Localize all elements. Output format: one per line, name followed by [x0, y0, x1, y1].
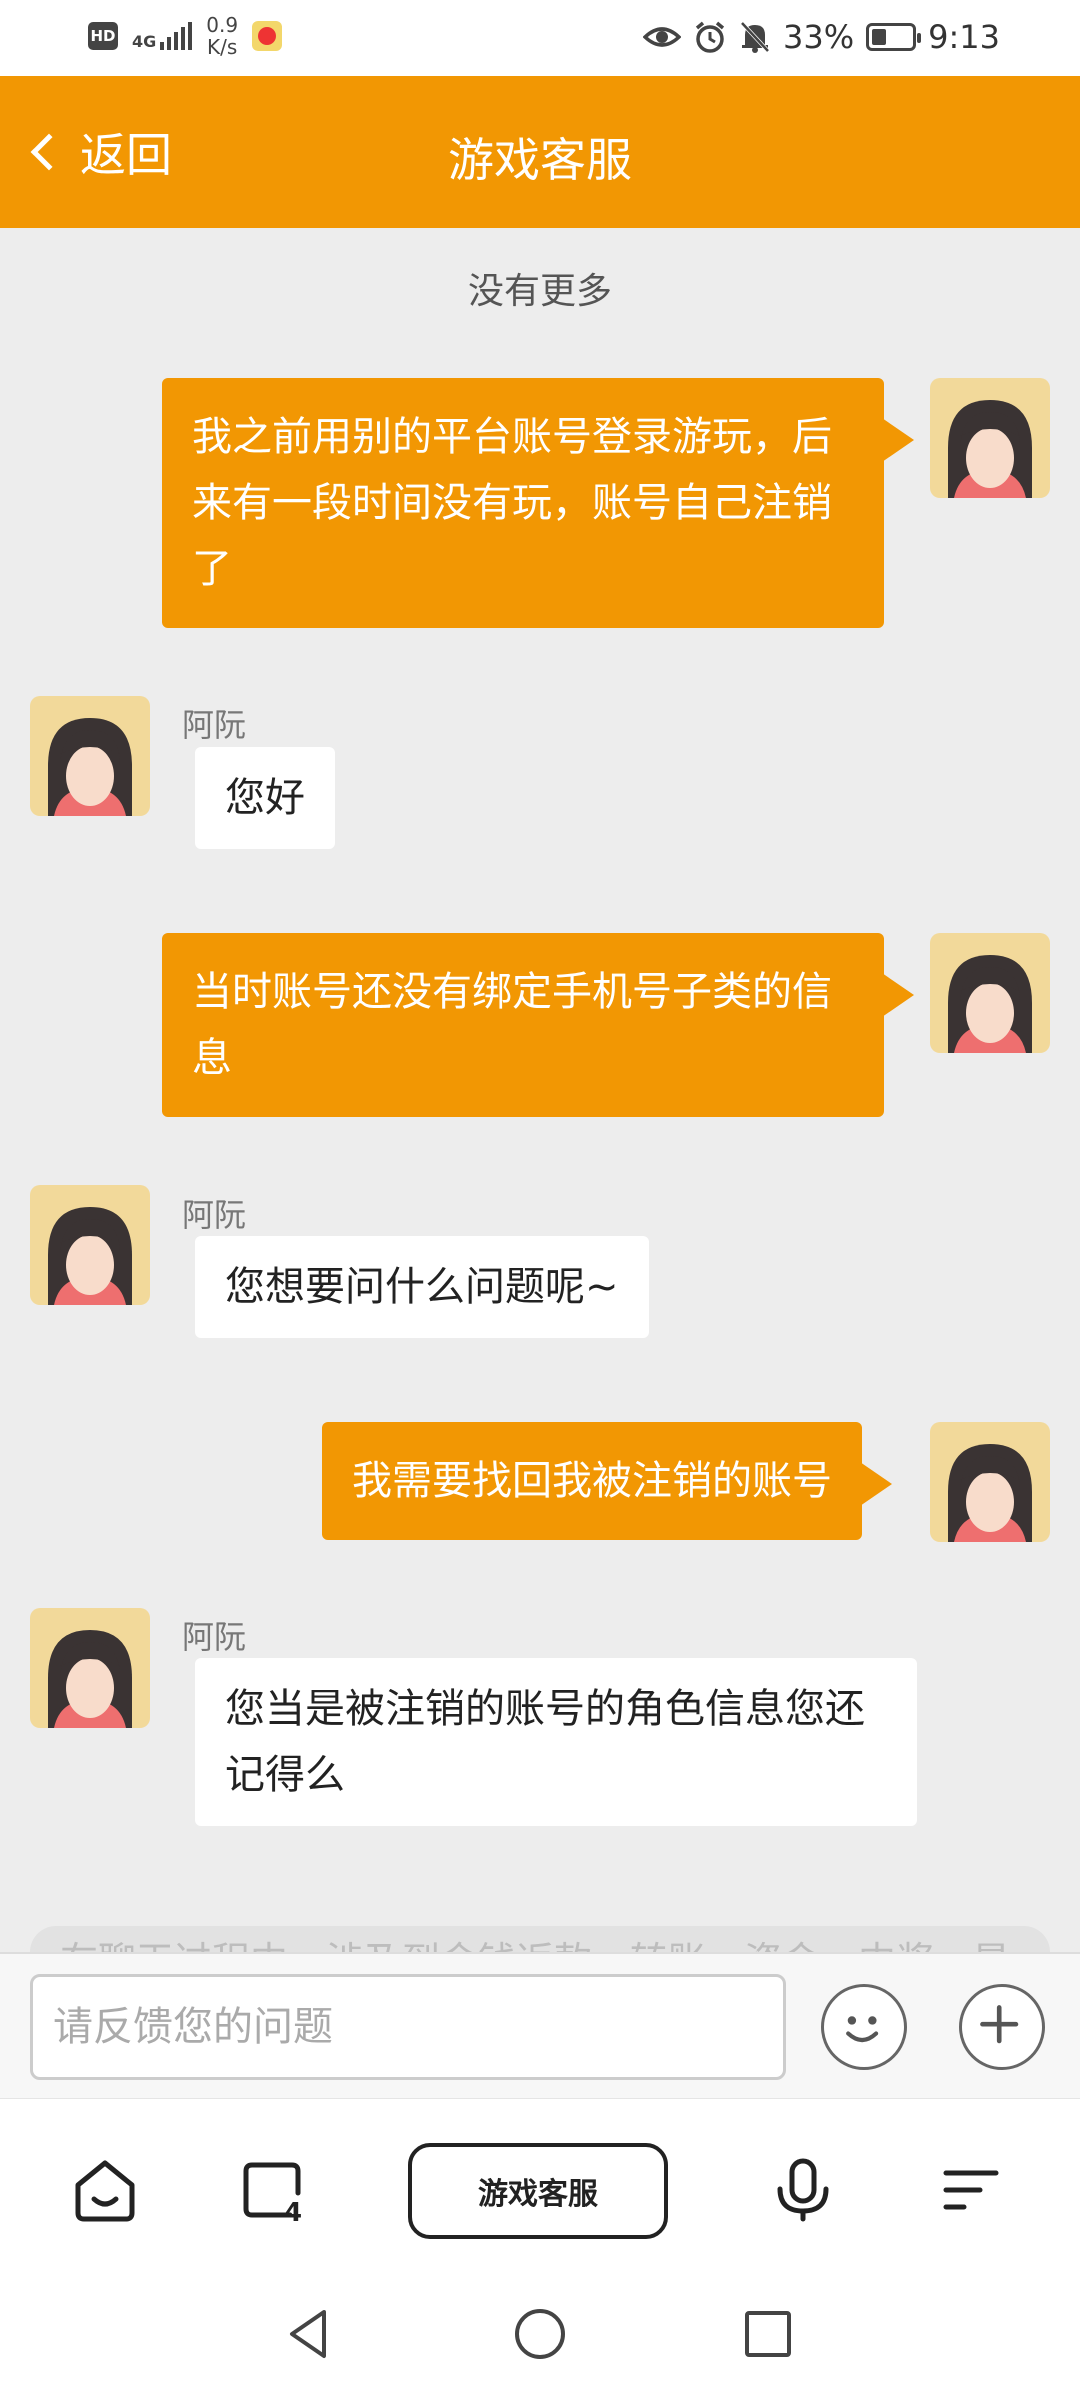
outgoing-message: 我之前用别的平台账号登录游玩，后来有一段时间没有玩，账号自己注销了	[162, 378, 914, 628]
agent-avatar[interactable]	[30, 1185, 150, 1305]
user-avatar[interactable]	[930, 933, 1050, 1053]
emoji-button[interactable]	[821, 1984, 907, 2070]
input-bar	[0, 1952, 1080, 2098]
plus-icon	[980, 2005, 1019, 2044]
hd-badge: HD	[88, 22, 118, 50]
battery-percent: 33%	[783, 18, 855, 56]
alarm-icon	[695, 21, 725, 53]
nav-menu[interactable]	[936, 2155, 1006, 2229]
message-text: 您想要问什么问题呢~	[225, 1264, 619, 1310]
page-title: 游戏客服	[448, 133, 632, 187]
user-avatar[interactable]	[930, 378, 1050, 498]
agent-avatar[interactable]	[30, 696, 150, 816]
system-nav-bar	[0, 2280, 1080, 2400]
no-more-label: 没有更多	[467, 271, 612, 312]
clock: 9:13	[928, 18, 1000, 56]
network-type: 4G	[132, 32, 157, 51]
game-service-button[interactable]: 游戏客服	[408, 2143, 668, 2239]
message-text: 您好	[225, 775, 305, 821]
square-recents-icon	[745, 2311, 791, 2357]
circle-home-icon	[515, 2309, 565, 2359]
status-bar: HD 4G 0.9 K/s 33% 9:13	[0, 0, 1080, 76]
triangle-back-icon	[290, 2310, 326, 2358]
message-text: 当时账号还没有绑定手机号子类的信息	[192, 969, 832, 1081]
speed-unit: K/s	[207, 35, 238, 59]
system-home-button[interactable]	[510, 2304, 570, 2368]
nav-tabs[interactable]: 4	[238, 2155, 308, 2229]
battery-icon	[866, 23, 922, 51]
nav-voice[interactable]	[768, 2155, 838, 2229]
incoming-message: 您好	[195, 747, 335, 849]
app-header: 返回 游戏客服	[0, 76, 1080, 228]
notification-app-icon	[252, 21, 283, 51]
system-back-button[interactable]	[280, 2304, 340, 2368]
agent-avatar[interactable]	[30, 1608, 150, 1728]
smiley-icon	[846, 2016, 879, 2043]
sender-name: 阿阮	[182, 1196, 247, 1234]
system-recents-button[interactable]	[738, 2304, 798, 2368]
network-signal: 4G	[132, 22, 193, 51]
mute-bell-icon	[740, 21, 770, 53]
outgoing-message: 当时账号还没有绑定手机号子类的信息	[162, 933, 914, 1117]
network-speed: 0.9 K/s	[206, 14, 238, 58]
incoming-message: 您想要问什么问题呢~	[195, 1236, 649, 1338]
message-text: 您当是被注销的账号的角色信息您还记得么	[225, 1686, 865, 1798]
incoming-message: 您当是被注销的账号的角色信息您还记得么	[195, 1658, 917, 1826]
status-left: HD 4G 0.9 K/s	[88, 14, 283, 58]
bottom-nav: 4 游戏客服	[0, 2098, 1080, 2280]
window-tabs-icon: 4	[243, 2162, 302, 2228]
menu-icon	[943, 2170, 999, 2210]
status-right: 33% 9:13	[643, 18, 1000, 56]
nav-home[interactable]	[70, 2155, 140, 2229]
sender-name: 阿阮	[182, 1618, 247, 1656]
feedback-input[interactable]	[30, 1974, 786, 2080]
message-text: 我之前用别的平台账号登录游玩，后来有一段时间没有玩，账号自己注销了	[192, 414, 832, 592]
sender-name: 阿阮	[182, 706, 247, 744]
microphone-icon	[777, 2158, 829, 2222]
message-text: 我需要找回我被注销的账号	[352, 1458, 832, 1504]
outgoing-message: 我需要找回我被注销的账号	[322, 1422, 892, 1540]
signal-icon	[160, 22, 193, 50]
add-button[interactable]	[959, 1984, 1045, 2070]
user-avatar[interactable]	[930, 1422, 1050, 1542]
speed-value: 0.9	[206, 13, 239, 37]
home-icon	[75, 2160, 135, 2222]
svg-text:4: 4	[284, 2198, 302, 2225]
eye-icon	[643, 27, 682, 47]
